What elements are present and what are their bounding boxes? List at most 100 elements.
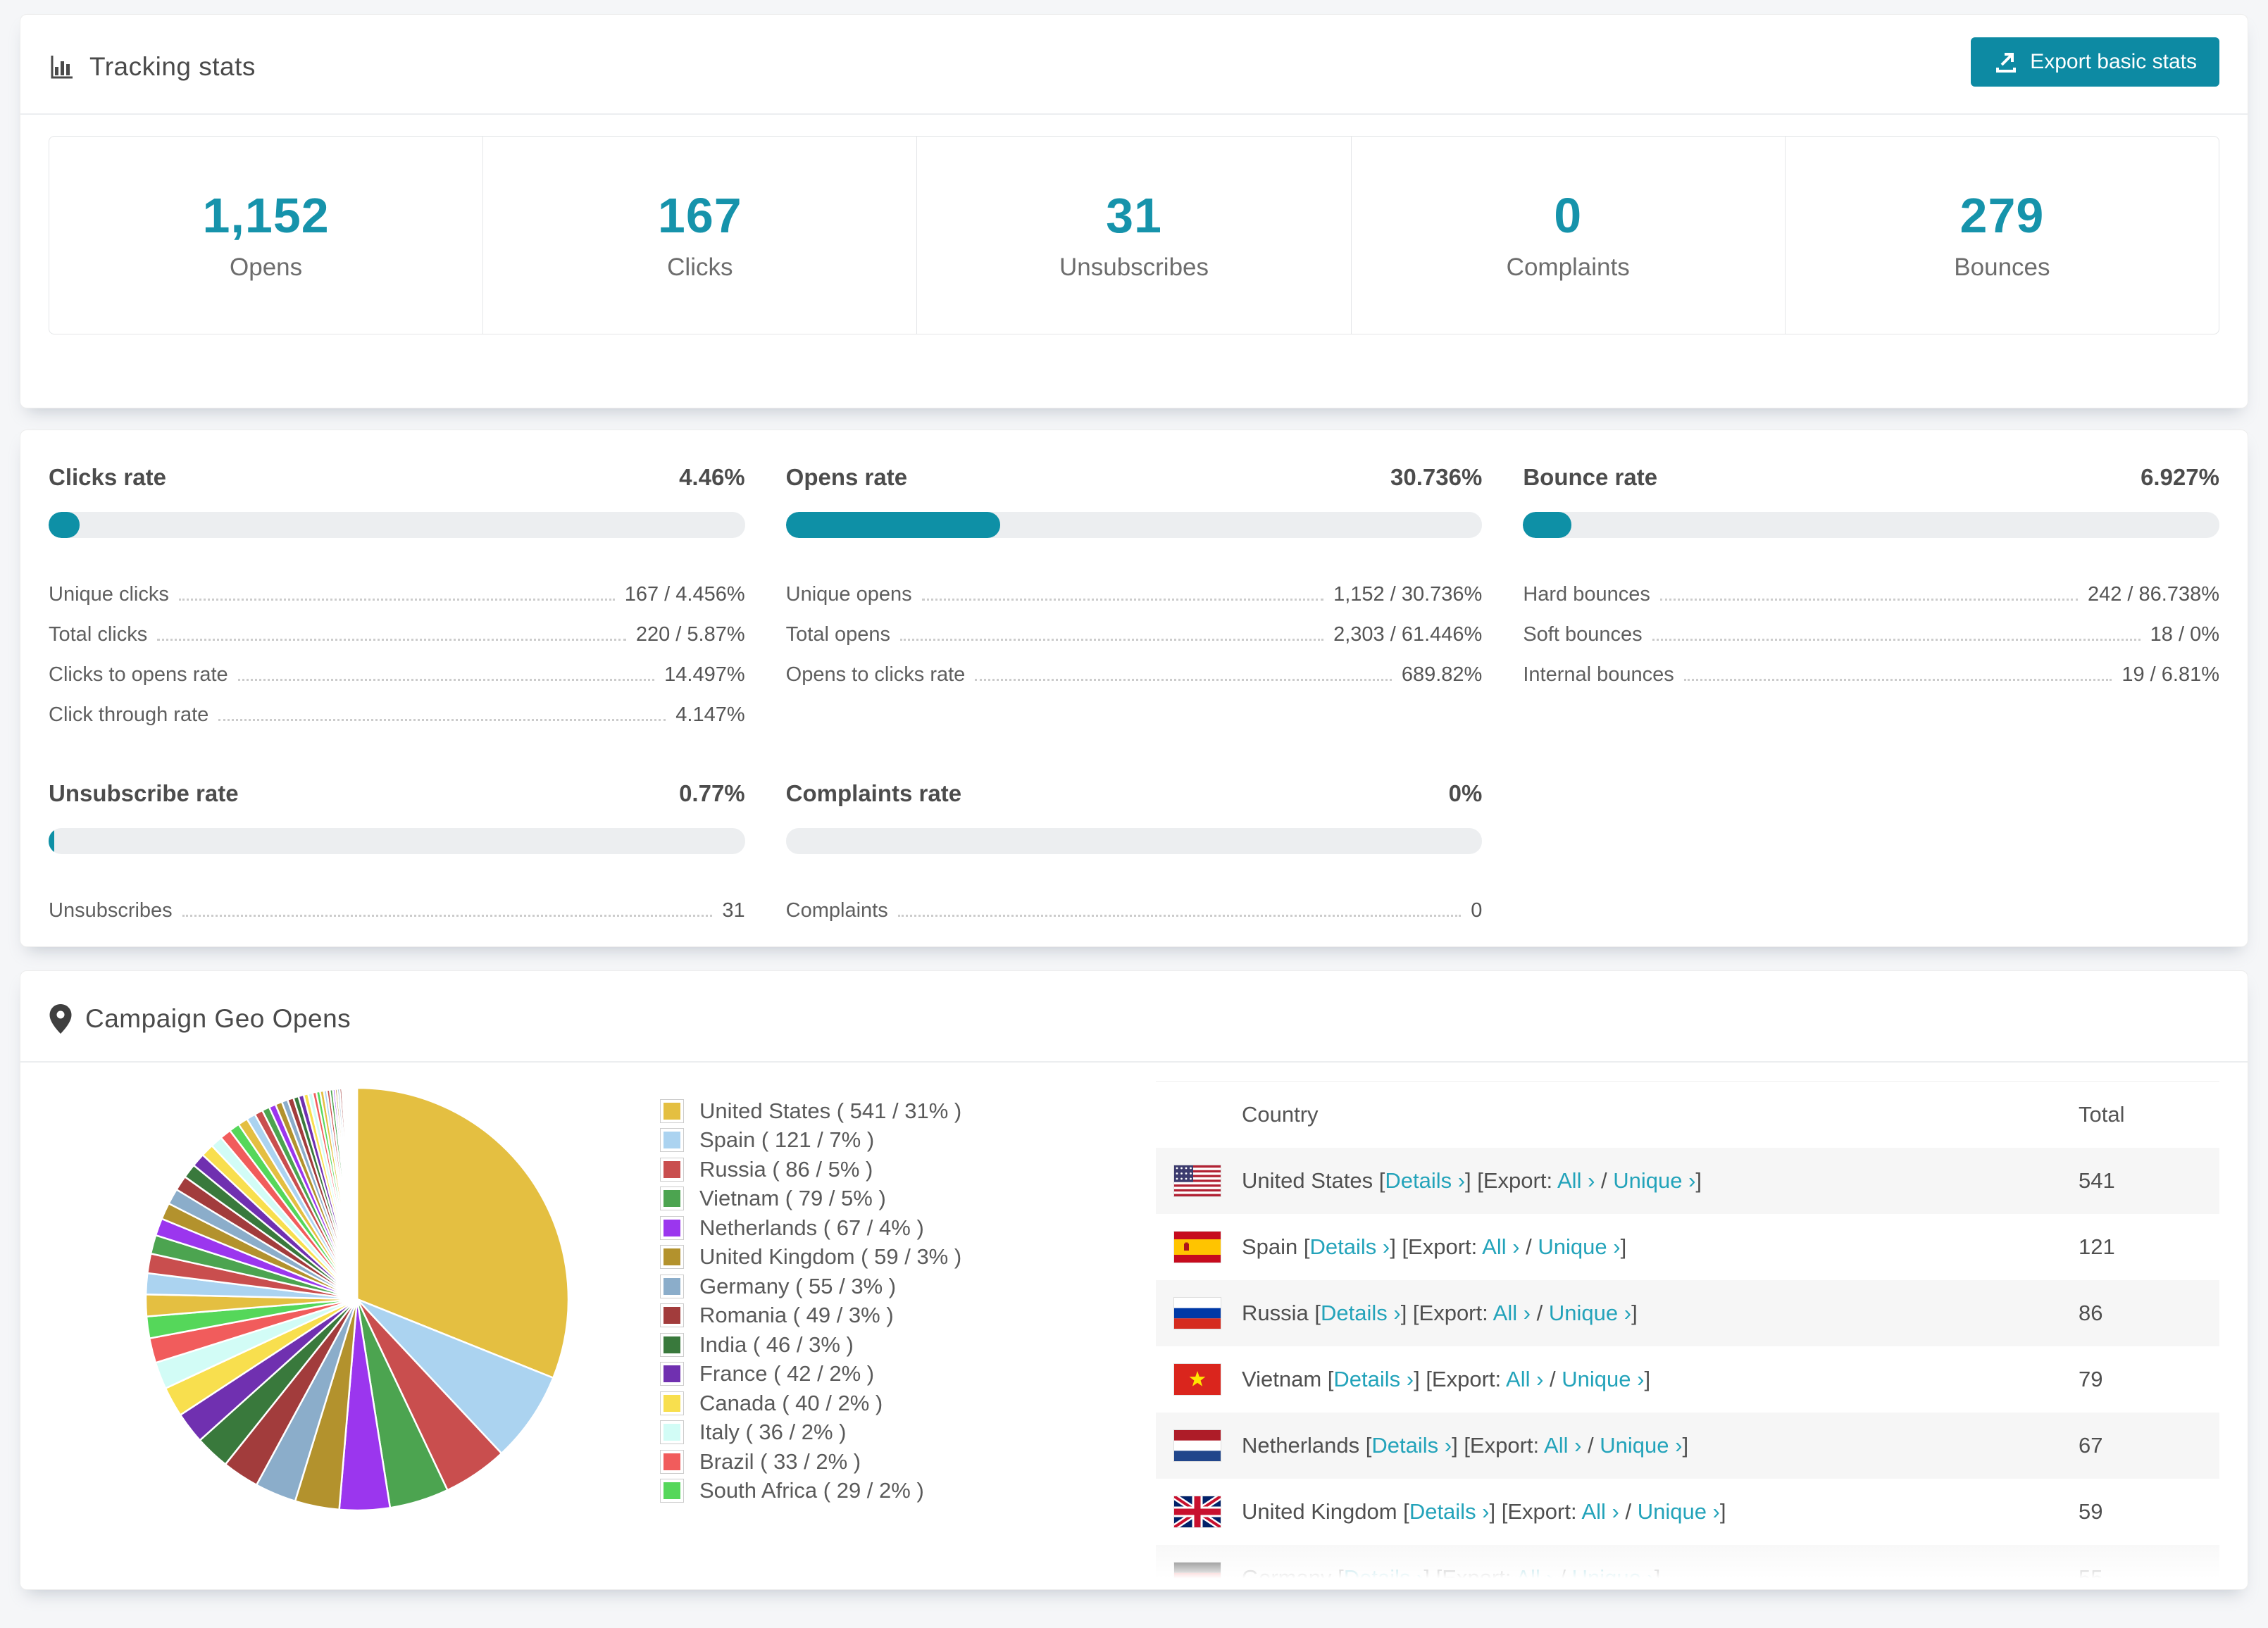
- stat-value: 167: [657, 188, 742, 243]
- detail-label: Unique clicks: [49, 583, 169, 606]
- export-unique-link[interactable]: Unique ›: [1613, 1168, 1695, 1193]
- details-link[interactable]: Details ›: [1409, 1499, 1490, 1524]
- dotted-leader: [921, 599, 1324, 601]
- export-all-link[interactable]: All ›: [1506, 1367, 1543, 1391]
- kpi-stats-row: 1,152 Opens 167 Clicks 31 Unsubscribes 0 Compla…: [49, 136, 2219, 334]
- export-all-link[interactable]: All ›: [1516, 1565, 1553, 1589]
- stat-cell-complaints: 0 Complaints: [1352, 137, 1786, 334]
- tracking-stats-card: Tracking stats Export basic stats 1,152 O…: [20, 14, 2248, 408]
- stat-label: Opens: [230, 253, 303, 281]
- details-link[interactable]: Details ›: [1385, 1168, 1465, 1193]
- stat-cell-bounces: 279 Bounces: [1786, 137, 2219, 334]
- export-all-link[interactable]: All ›: [1581, 1499, 1619, 1524]
- rate-progress-fill: [49, 512, 80, 538]
- rate-head: Clicks rate 4.46%: [49, 464, 745, 491]
- dashboard-page: { "accent": { "teal": "#0e90a6", "teal_l…: [0, 14, 2268, 1628]
- export-unique-link[interactable]: Unique ›: [1538, 1234, 1620, 1259]
- legend-label: Vietnam ( 79 / 5% ): [699, 1186, 886, 1211]
- export-unique-link[interactable]: Unique ›: [1549, 1301, 1631, 1325]
- legend-swatch: [660, 1098, 684, 1123]
- export-unique-link[interactable]: Unique ›: [1600, 1433, 1682, 1458]
- geo-table-row-nl: Netherlands [Details ›] [Export: All › /…: [1156, 1413, 2219, 1479]
- export-label: ] [Export:: [1423, 1565, 1516, 1590]
- rate-detail-row: Soft bounces 18 / 0%: [1523, 609, 2219, 649]
- stat-cell-opens: 1,152 Opens: [49, 137, 484, 334]
- details-link[interactable]: Details ›: [1321, 1301, 1401, 1325]
- legend-swatch: [660, 1449, 684, 1474]
- export-all-link[interactable]: All ›: [1557, 1168, 1595, 1193]
- bracket-close: ]: [1620, 1234, 1627, 1259]
- detail-value: 220 / 5.87%: [635, 623, 745, 646]
- rate-detail-row: Unique opens 1,152 / 30.736%: [786, 569, 1483, 609]
- bar-chart-icon: [49, 53, 77, 81]
- legend-item: Italy ( 36 / 2% ): [660, 1418, 1111, 1448]
- detail-label: Unique opens: [785, 583, 912, 606]
- dotted-leader: [897, 915, 1462, 917]
- rate-head: Opens rate 30.736%: [786, 464, 1483, 491]
- legend-item: Netherlands ( 67 / 4% ): [660, 1213, 1111, 1243]
- export-all-link[interactable]: All ›: [1493, 1301, 1531, 1325]
- legend-label: Brazil ( 33 / 2% ): [699, 1448, 861, 1474]
- legend-item: United Kingdom ( 59 / 3% ): [660, 1243, 1111, 1272]
- legend-item: Russia ( 86 / 5% ): [660, 1155, 1111, 1184]
- country-cell: Russia [Details ›] [Export: All › / Uniq…: [1242, 1301, 1638, 1326]
- legend-swatch: [660, 1245, 684, 1270]
- rate-title: Complaints rate: [785, 780, 962, 806]
- link-separator: /: [1531, 1301, 1549, 1325]
- export-unique-link[interactable]: Unique ›: [1572, 1565, 1655, 1589]
- rate-value: 6.927%: [2141, 464, 2219, 490]
- legend-label: Russia ( 86 / 5% ): [699, 1156, 873, 1182]
- tracking-stats-header: Tracking stats Export basic stats: [20, 15, 2248, 115]
- rate-progress-fill: [785, 512, 1000, 538]
- rate-block-unsubscribe-rate: Unsubscribe rate 0.77% Unsubscribes 31: [49, 780, 745, 925]
- details-link[interactable]: Details ›: [1371, 1433, 1452, 1458]
- stat-value: 31: [1106, 188, 1162, 243]
- detail-label: Total opens: [785, 623, 890, 646]
- country-name: United States [: [1242, 1168, 1385, 1193]
- legend-item: India ( 46 / 3% ): [660, 1330, 1111, 1360]
- legend-item: Spain ( 121 / 7% ): [660, 1126, 1111, 1156]
- geo-table-row-vn: Vietnam [Details ›] [Export: All › / Uni…: [1156, 1346, 2219, 1413]
- legend-item: Brazil ( 33 / 2% ): [660, 1447, 1111, 1477]
- stat-label: Clicks: [667, 253, 733, 281]
- dotted-leader: [182, 915, 713, 917]
- rate-detail-row: Clicks to opens rate 14.497%: [49, 649, 745, 689]
- export-all-link[interactable]: All ›: [1544, 1433, 1581, 1458]
- legend-label: South Africa ( 29 / 2% ): [699, 1478, 924, 1503]
- flag-netherlands: [1174, 1430, 1242, 1461]
- detail-label: Click through rate: [49, 703, 209, 726]
- legend-item: South Africa ( 29 / 2% ): [660, 1477, 1111, 1506]
- legend-swatch: [660, 1362, 684, 1386]
- legend-swatch: [660, 1128, 684, 1153]
- detail-label: Internal bounces: [1523, 663, 1674, 686]
- country-name: Netherlands [: [1242, 1433, 1372, 1458]
- detail-value: 167 / 4.456%: [624, 583, 745, 606]
- legend-swatch: [660, 1332, 684, 1357]
- details-link[interactable]: Details ›: [1310, 1234, 1390, 1259]
- rate-detail-row: Total clicks 220 / 5.87%: [49, 609, 745, 649]
- dotted-leader: [1659, 599, 2078, 601]
- rates-card: Clicks rate 4.46% Unique clicks 167 / 4.456…: [20, 430, 2248, 947]
- export-basic-stats-button[interactable]: Export basic stats: [1971, 37, 2219, 87]
- export-unique-link[interactable]: Unique ›: [1638, 1499, 1720, 1524]
- dotted-leader: [1683, 679, 2112, 681]
- export-all-link[interactable]: All ›: [1482, 1234, 1519, 1259]
- country-column-header: Country: [1242, 1102, 1319, 1127]
- country-cell: Vietnam [Details ›] [Export: All › / Uni…: [1242, 1367, 1650, 1392]
- detail-value: 14.497%: [664, 663, 745, 686]
- rate-head: Complaints rate 0%: [786, 780, 1483, 807]
- export-unique-link[interactable]: Unique ›: [1562, 1367, 1644, 1391]
- details-link[interactable]: Details ›: [1344, 1565, 1424, 1589]
- rate-block-bounce-rate: Bounce rate 6.927% Hard bounces 242 / 86.73…: [1523, 464, 2219, 730]
- dotted-leader: [975, 679, 1392, 681]
- details-link[interactable]: Details ›: [1333, 1367, 1414, 1391]
- dotted-leader: [218, 719, 666, 721]
- rate-block-clicks-rate: Clicks rate 4.46% Unique clicks 167 / 4.456…: [49, 464, 745, 730]
- rate-progress-bar: [49, 828, 745, 854]
- export-label: ] [Export:: [1414, 1367, 1507, 1391]
- dotted-leader: [237, 679, 655, 681]
- legend-item: Romania ( 49 / 3% ): [660, 1301, 1111, 1331]
- detail-label: Opens to clicks rate: [785, 663, 966, 686]
- flag-vietnam: [1174, 1364, 1242, 1395]
- legend-item: Germany ( 55 / 3% ): [660, 1272, 1111, 1301]
